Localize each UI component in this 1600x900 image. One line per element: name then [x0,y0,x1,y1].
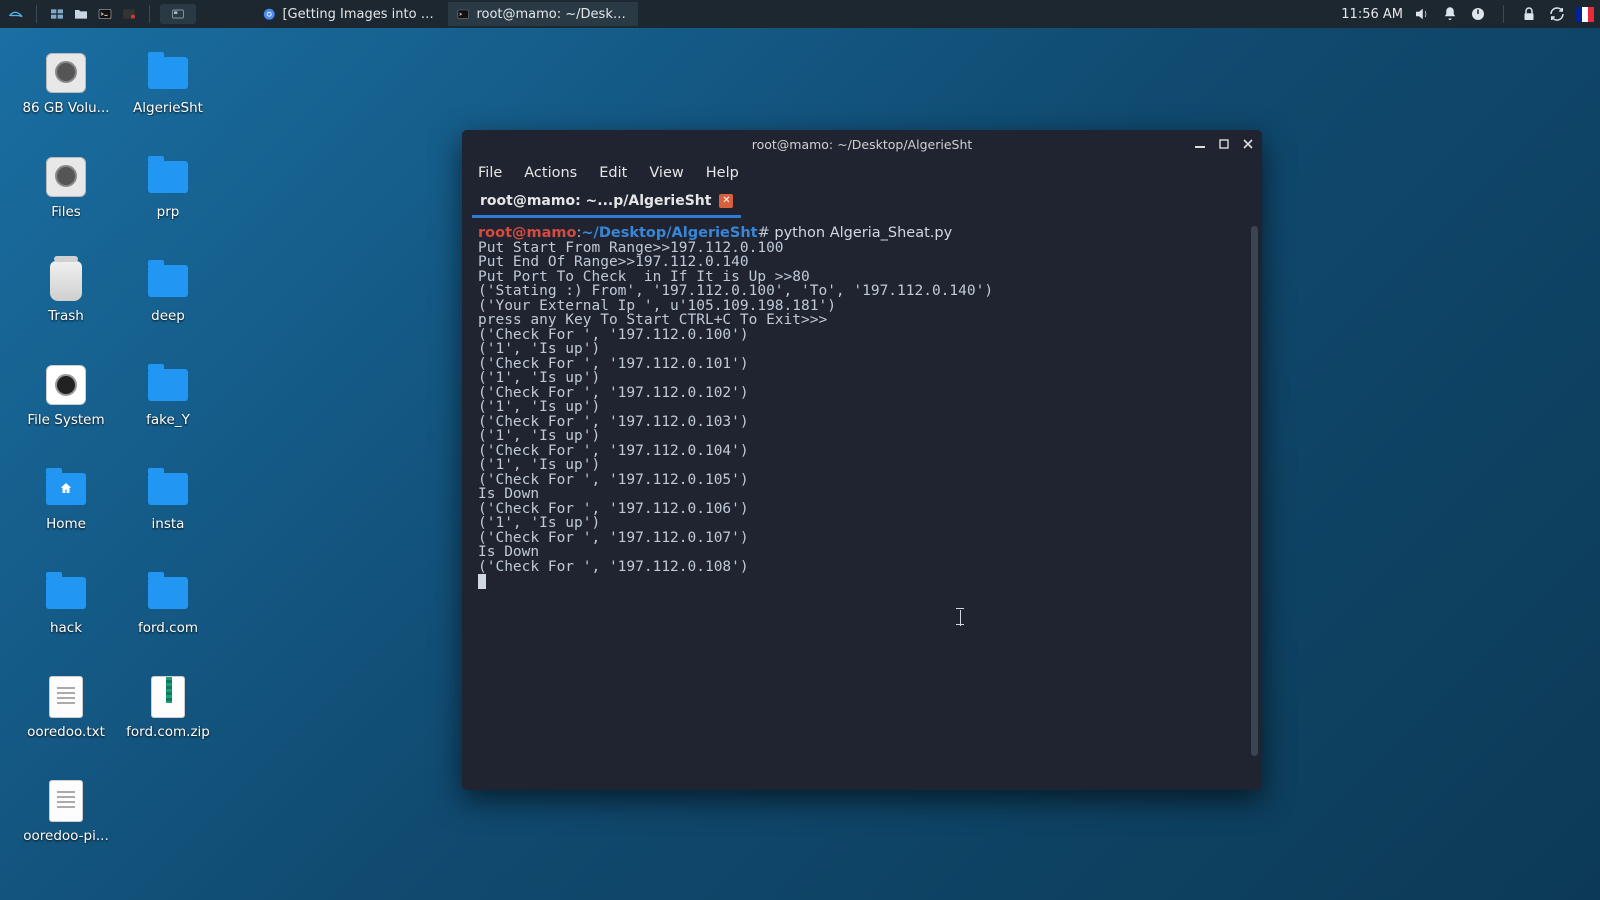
desktop-icon-label: File System [27,412,104,428]
desktop-icon-label: Home [46,516,86,532]
close-button[interactable] [1240,136,1256,152]
terminal-output: root@mamo:~/Desktop/AlgerieSht# python A… [478,226,1252,589]
taskbar-browser-label: [Getting Images into Ma... [282,7,436,22]
top-panel: [Getting Images into Ma... root@mamo: ~/… [0,0,1600,28]
desktop-icon-label: fake_Y [146,412,190,428]
menu-help[interactable]: Help [706,165,739,181]
filesystem-icon [45,364,87,406]
home-folder-icon [45,468,87,510]
panel-right: 11:56 AM [1341,5,1594,23]
text-file-icon [45,676,87,718]
desktop-icon-fakey[interactable]: fake_Y [120,364,216,428]
kali-menu-icon[interactable] [6,4,26,24]
taskbar-terminal-label: root@mamo: ~/Desktop... [476,7,630,22]
flag-france-icon [1576,7,1594,22]
terminal-tab[interactable]: root@mamo: ~...p/AlgerieSht ✕ [472,189,741,218]
text-cursor-icon [954,608,966,628]
desktop-icon-label: ooredoo.txt [27,724,105,740]
desktop-icon-label: ooredoo-pi... [23,828,108,844]
folder-icon [45,572,87,614]
kazam-launcher-icon[interactable] [119,4,139,24]
separator [36,5,37,23]
scrollbar[interactable] [1251,226,1258,756]
menu-edit[interactable]: Edit [599,165,627,181]
desktop-icon-label: insta [152,516,185,532]
keyboard-layout-icon[interactable] [1576,5,1594,23]
trash-icon [45,260,87,302]
desktop-icon-volume[interactable]: 86 GB Volu... [18,52,114,116]
desktop-icon-label: prp [157,204,180,220]
show-desktop-icon[interactable] [47,4,67,24]
desktop-icon-label: 86 GB Volu... [22,100,109,116]
folder-icon [147,572,189,614]
desktop-icon-label: Trash [48,308,84,324]
taskbar-browser[interactable]: [Getting Images into Ma... [254,2,444,26]
chrome-icon [262,6,276,22]
clock[interactable]: 11:56 AM [1341,7,1403,22]
window-title: root@mamo: ~/Desktop/AlgerieSht [752,137,973,152]
desktop-icon-files[interactable]: Files [18,156,114,220]
desktop-icon-fordcom[interactable]: ford.com [120,572,216,636]
desktop-icon-prp[interactable]: prp [120,156,216,220]
terminal-tab-label: root@mamo: ~...p/AlgerieSht [480,193,711,209]
folder-icon [147,364,189,406]
menu-view[interactable]: View [649,165,683,181]
folder-icon [147,52,189,94]
desktop-icon-fordzip[interactable]: ford.com.zip [120,676,216,740]
menu-actions[interactable]: Actions [524,165,577,181]
taskbar-terminal[interactable]: root@mamo: ~/Desktop... [448,2,638,26]
drive-icon [45,52,87,94]
desktop-icon-label: hack [50,620,82,636]
folder-icon [147,156,189,198]
files-launcher-icon[interactable] [71,4,91,24]
folder-icon [147,468,189,510]
desktop-icon-label: ford.com.zip [126,724,210,740]
separator [149,5,150,23]
archive-icon [147,676,189,718]
desktop-icon-ooredoopi[interactable]: ooredoo-pi... [18,780,114,844]
folder-icon [147,260,189,302]
lock-icon[interactable] [1520,5,1538,23]
desktop-icon-insta[interactable]: insta [120,468,216,532]
power-icon[interactable] [1469,5,1487,23]
desktop-icon-deep[interactable]: deep [120,260,216,324]
drive-icon [45,156,87,198]
panel-left: [Getting Images into Ma... root@mamo: ~/… [6,2,638,26]
desktop-icon-label: deep [151,308,185,324]
terminal-launcher-icon[interactable] [95,4,115,24]
menu-file[interactable]: File [478,165,502,181]
window-controls [1192,130,1256,158]
titlebar[interactable]: root@mamo: ~/Desktop/AlgerieSht [462,130,1262,158]
tab-close-icon[interactable]: ✕ [719,194,733,208]
workspace-switcher-icon[interactable] [160,4,196,24]
desktop-icon-label: AlgerieSht [133,100,203,116]
terminal-body[interactable]: root@mamo:~/Desktop/AlgerieSht# python A… [462,218,1262,790]
desktop-icon-algeriesht[interactable]: AlgerieSht [120,52,216,116]
minimize-button[interactable] [1192,136,1208,152]
desktop-icon-hack[interactable]: hack [18,572,114,636]
text-file-icon [45,780,87,822]
notifications-icon[interactable] [1441,5,1459,23]
desktop-icon-filesys[interactable]: File System [18,364,114,428]
refresh-icon[interactable] [1548,5,1566,23]
desktop-icon-home[interactable]: Home [18,468,114,532]
terminal-window: root@mamo: ~/Desktop/AlgerieSht File Acti… [462,130,1262,790]
tabbar: root@mamo: ~...p/AlgerieSht ✕ [462,188,1262,218]
desktop-icon-label: Files [51,204,81,220]
maximize-button[interactable] [1216,136,1232,152]
desktop-icon-ooredoo[interactable]: ooredoo.txt [18,676,114,740]
desktop-icon-trash[interactable]: Trash [18,260,114,324]
separator [1503,5,1504,23]
menubar: File Actions Edit View Help [462,158,1262,188]
terminal-icon [456,6,470,22]
volume-icon[interactable] [1413,5,1431,23]
desktop-icon-label: ford.com [138,620,198,636]
